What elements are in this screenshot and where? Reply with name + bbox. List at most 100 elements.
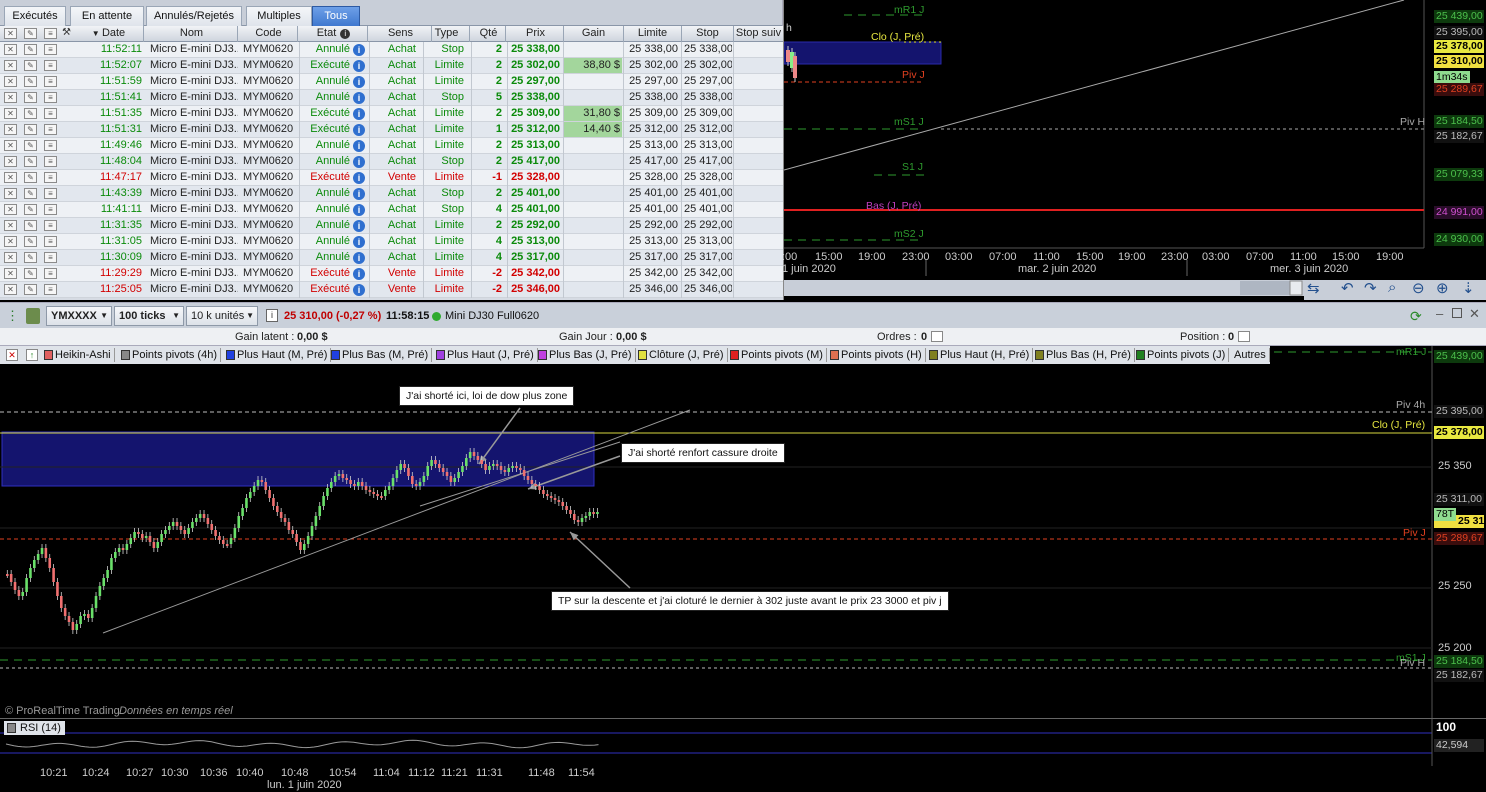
info-icon[interactable]: i [266, 309, 278, 322]
legend-item[interactable]: Points pivots (J) [1134, 348, 1230, 362]
order-row[interactable]: ✕ ✎ ≡ 11:52:07 Micro E-mini DJ3... MYM0620 Exé… [0, 58, 783, 74]
col-header-1[interactable]: Nom [146, 26, 238, 42]
info-icon[interactable]: i [353, 252, 365, 264]
col-header-3[interactable]: Etat i [300, 26, 368, 42]
edit-order-icon[interactable]: ✎ [24, 172, 37, 183]
edit-order-icon[interactable]: ✎ [24, 156, 37, 167]
col-header-0[interactable]: ▼ Date [74, 26, 144, 42]
order-row[interactable]: ✕ ✎ ≡ 11:47:17 Micro E-mini DJ3... MYM0620 Exé… [0, 170, 783, 186]
col-header-9[interactable]: Limite [624, 26, 682, 42]
delete-order-icon[interactable]: ✕ [4, 284, 17, 295]
zoom-in-icon[interactable]: ⊕ [1436, 279, 1449, 297]
edit-order-icon[interactable]: ✎ [24, 92, 37, 103]
details-order-icon[interactable]: ≡ [44, 92, 57, 103]
edit-order-icon[interactable]: ✎ [24, 60, 37, 71]
info-icon[interactable]: i [353, 156, 365, 168]
edit-order-icon[interactable]: ✎ [24, 124, 37, 135]
legend-item[interactable]: Heikin-Ashi [42, 348, 115, 362]
list-icon[interactable]: ≡ [44, 28, 57, 39]
grip-icon[interactable]: ⋮ [6, 308, 20, 324]
order-row[interactable]: ✕ ✎ ≡ 11:30:09 Micro E-mini DJ3... MYM0620 Ann… [0, 250, 783, 266]
ordres-toggle-icon[interactable] [931, 331, 943, 342]
edit-order-icon[interactable]: ✎ [24, 252, 37, 263]
details-order-icon[interactable]: ≡ [44, 124, 57, 135]
legend-item[interactable]: Plus Bas (M, Pré) [329, 348, 433, 362]
details-order-icon[interactable]: ≡ [44, 188, 57, 199]
delete-order-icon[interactable]: ✕ [4, 140, 17, 151]
order-row[interactable]: ✕ ✎ ≡ 11:51:31 Micro E-mini DJ3... MYM0620 Exé… [0, 122, 783, 138]
order-row[interactable]: ✕ ✎ ≡ 11:49:46 Micro E-mini DJ3... MYM0620 Ann… [0, 138, 783, 154]
order-row[interactable]: ✕ ✎ ≡ 11:51:41 Micro E-mini DJ3... MYM0620 Ann… [0, 90, 783, 106]
move-icon[interactable]: ⇆ [1307, 279, 1320, 297]
delete-order-icon[interactable]: ✕ [4, 252, 17, 263]
delete-order-icon[interactable]: ✕ [4, 44, 17, 55]
info-icon[interactable]: i [353, 220, 365, 232]
delete-order-icon[interactable]: ✕ [4, 60, 17, 71]
close-icon[interactable]: ✕ [1469, 306, 1480, 322]
position-toggle-icon[interactable] [1238, 331, 1250, 342]
details-order-icon[interactable]: ≡ [44, 172, 57, 183]
edit-order-icon[interactable]: ✎ [24, 236, 37, 247]
refresh-icon[interactable]: ⟳ [1410, 308, 1422, 325]
delete-order-icon[interactable]: ✕ [4, 236, 17, 247]
delete-order-icon[interactable]: ✕ [4, 268, 17, 279]
info-icon[interactable]: i [353, 140, 365, 152]
col-header-10[interactable]: Stop [682, 26, 734, 42]
order-row[interactable]: ✕ ✎ ≡ 11:31:35 Micro E-mini DJ3... MYM0620 Ann… [0, 218, 783, 234]
order-row[interactable]: ✕ ✎ ≡ 11:31:05 Micro E-mini DJ3... MYM0620 Ann… [0, 234, 783, 250]
legend-item[interactable]: Plus Haut (J, Pré) [434, 348, 538, 362]
main-chart[interactable]: mR1 J Piv 4h Clo (J, Pré) Piv JmS1 J Piv H 25… [0, 346, 1486, 718]
details-order-icon[interactable]: ≡ [44, 204, 57, 215]
tab-3[interactable]: Multiples [246, 6, 312, 26]
legend-item[interactable]: Plus Bas (J, Pré) [536, 348, 636, 362]
order-row[interactable]: ✕ ✎ ≡ 11:51:59 Micro E-mini DJ3... MYM0620 Ann… [0, 74, 783, 90]
delete-order-icon[interactable]: ✕ [4, 204, 17, 215]
delete-order-icon[interactable]: ✕ [4, 220, 17, 231]
edit-order-icon[interactable]: ✎ [24, 204, 37, 215]
edit-order-icon[interactable]: ✎ [24, 268, 37, 279]
details-order-icon[interactable]: ≡ [44, 252, 57, 263]
timeframe-select[interactable]: 100 ticks ▼ [114, 306, 184, 326]
info-icon[interactable]: i [353, 204, 365, 216]
edit-order-icon[interactable]: ✎ [24, 76, 37, 87]
tab-1[interactable]: En attente [70, 6, 144, 26]
legend-item[interactable]: Points pivots (H) [828, 348, 926, 362]
details-order-icon[interactable]: ≡ [44, 140, 57, 151]
order-row[interactable]: ✕ ✎ ≡ 11:25:05 Micro E-mini DJ3... MYM0620 Exé… [0, 282, 783, 298]
info-icon[interactable]: i [353, 124, 365, 136]
units-select[interactable]: 10 k unités ▼ [186, 306, 258, 326]
edit-all-icon[interactable]: ✎ [24, 28, 37, 39]
maximize-icon[interactable] [1452, 308, 1462, 318]
info-icon[interactable]: i [353, 284, 365, 296]
order-row[interactable]: ✕ ✎ ≡ 11:48:04 Micro E-mini DJ3... MYM0620 Ann… [0, 154, 783, 170]
edit-order-icon[interactable]: ✎ [24, 284, 37, 295]
details-order-icon[interactable]: ≡ [44, 268, 57, 279]
details-order-icon[interactable]: ≡ [44, 156, 57, 167]
tab-0[interactable]: Exécutés [4, 6, 66, 26]
top-chart[interactable]: mR1 J Clo (J, Pré) Piv J mS1 J Piv H S1 J Bas … [782, 0, 1486, 300]
edit-order-icon[interactable]: ✎ [24, 108, 37, 119]
arrow-up-icon[interactable]: ↑ [26, 349, 38, 361]
legend-item[interactable]: Plus Haut (M, Pré) [224, 348, 332, 362]
lock-icon[interactable] [26, 308, 40, 324]
details-order-icon[interactable]: ≡ [44, 236, 57, 247]
delete-all-icon[interactable]: ✕ [4, 28, 17, 39]
close-icon[interactable]: ✕ [6, 349, 18, 361]
info-icon[interactable]: i [353, 188, 365, 200]
undo-icon[interactable]: ↶ [1341, 279, 1354, 297]
info-icon[interactable]: i [353, 268, 365, 280]
legend-item[interactable]: Plus Haut (H, Pré) [927, 348, 1034, 362]
info-icon[interactable]: i [353, 76, 365, 88]
info-icon[interactable]: i [353, 92, 365, 104]
edit-order-icon[interactable]: ✎ [24, 140, 37, 151]
delete-order-icon[interactable]: ✕ [4, 156, 17, 167]
info-icon[interactable]: i [353, 108, 365, 120]
minimize-icon[interactable]: – [1436, 306, 1443, 321]
col-header-7[interactable]: Prix [508, 26, 564, 42]
edit-order-icon[interactable]: ✎ [24, 188, 37, 199]
col-header-8[interactable]: Gain [564, 26, 624, 42]
wrench-icon[interactable]: ⚒ [62, 27, 71, 38]
delete-order-icon[interactable]: ✕ [4, 92, 17, 103]
arrow-down-icon[interactable]: ⇣ [1462, 279, 1475, 297]
order-row[interactable]: ✕ ✎ ≡ 11:29:29 Micro E-mini DJ3... MYM0620 Exé… [0, 266, 783, 282]
